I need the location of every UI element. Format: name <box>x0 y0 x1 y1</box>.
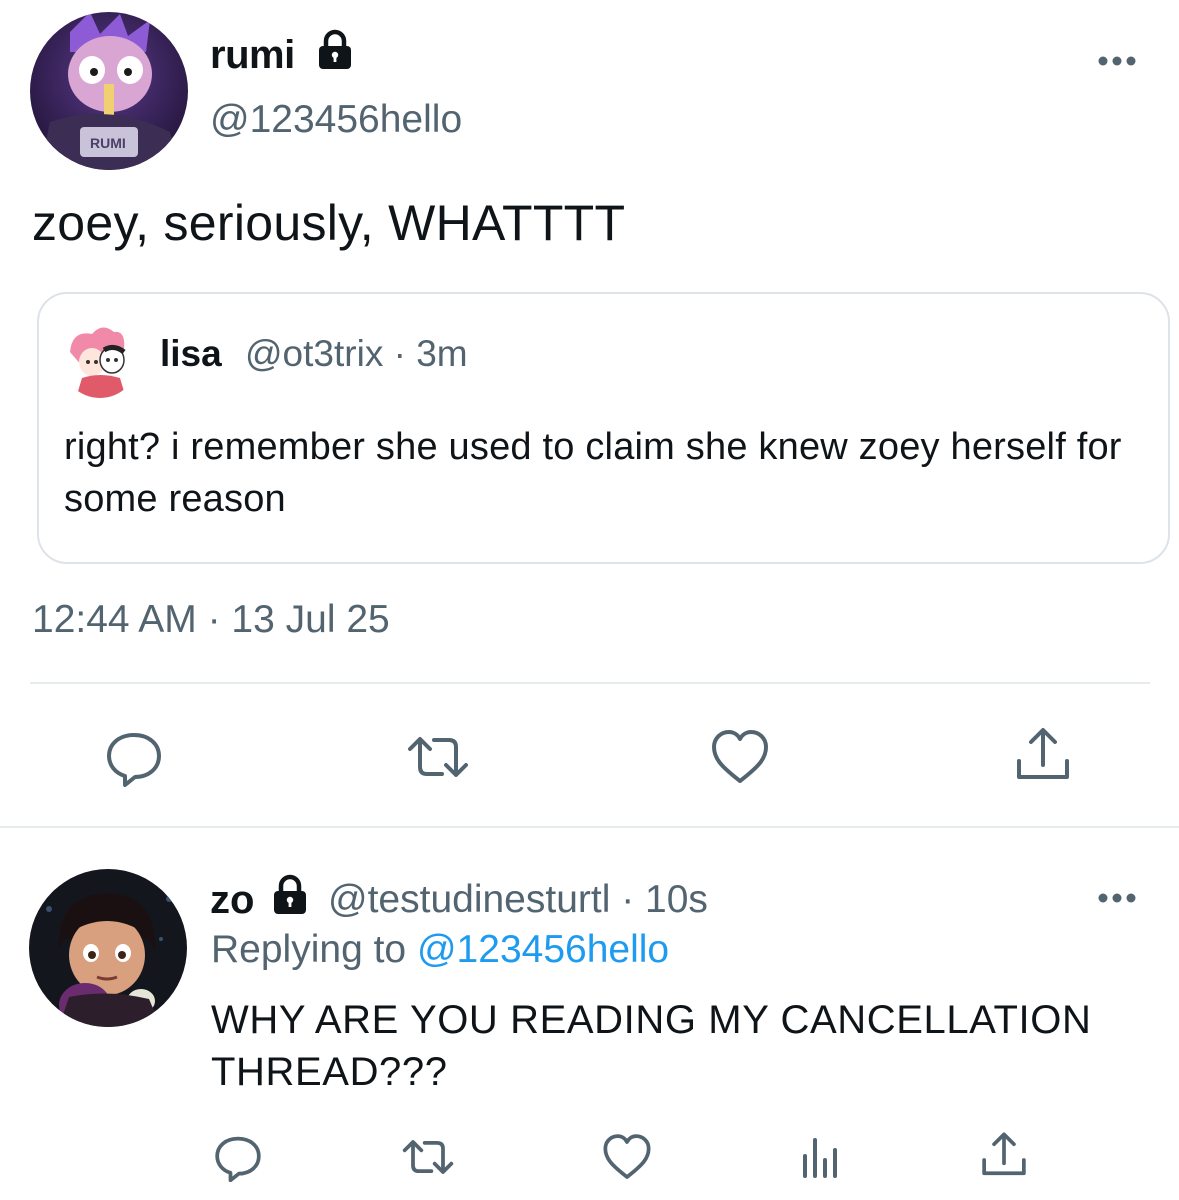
views-icon[interactable] <box>800 1134 840 1180</box>
quoted-author-name[interactable]: lisa <box>160 333 222 375</box>
more-options-icon[interactable] <box>1096 51 1138 71</box>
retweet-icon[interactable] <box>400 1132 456 1182</box>
heart-icon[interactable] <box>602 1132 652 1182</box>
author-handle[interactable]: @123456hello <box>210 98 462 142</box>
reply-tweet-text: WHY ARE YOU READING MY CANCELLATION THRE… <box>211 998 1092 1094</box>
share-icon[interactable] <box>1014 725 1072 785</box>
quoted-tweet-text: right? i remember she used to claim she … <box>64 426 1122 520</box>
reply-author-name[interactable]: zo <box>210 878 254 923</box>
replying-to-label: Replying to <box>211 928 407 971</box>
lock-icon <box>313 27 357 71</box>
reply-icon[interactable] <box>213 1132 263 1182</box>
author-name[interactable]: rumi <box>210 33 295 78</box>
avatar-caption: RUMI <box>90 135 126 151</box>
retweet-icon[interactable] <box>406 727 470 787</box>
rumi-avatar[interactable]: RUMI <box>30 12 188 170</box>
divider <box>30 682 1150 684</box>
divider <box>0 826 1179 828</box>
more-options-icon[interactable] <box>1096 888 1138 908</box>
tweet-text: zoey, seriously, WHATTTT <box>32 195 626 251</box>
replying-to-mention[interactable]: @123456hello <box>417 928 669 971</box>
share-icon[interactable] <box>980 1130 1028 1180</box>
heart-icon[interactable] <box>710 727 770 787</box>
replying-to-line: Replying to @123456hello <box>211 928 669 972</box>
reply-icon[interactable] <box>104 727 164 787</box>
tweet-timestamp[interactable]: 12:44 AM · 13 Jul 25 <box>32 598 390 642</box>
zo-avatar[interactable] <box>29 869 187 1027</box>
reply-author-meta[interactable]: @testudinesturtl · 10s <box>328 878 708 922</box>
lisa-avatar[interactable] <box>62 322 138 398</box>
quoted-author-meta[interactable]: @ot3trix · 3m <box>245 333 468 375</box>
lock-icon <box>268 872 312 916</box>
